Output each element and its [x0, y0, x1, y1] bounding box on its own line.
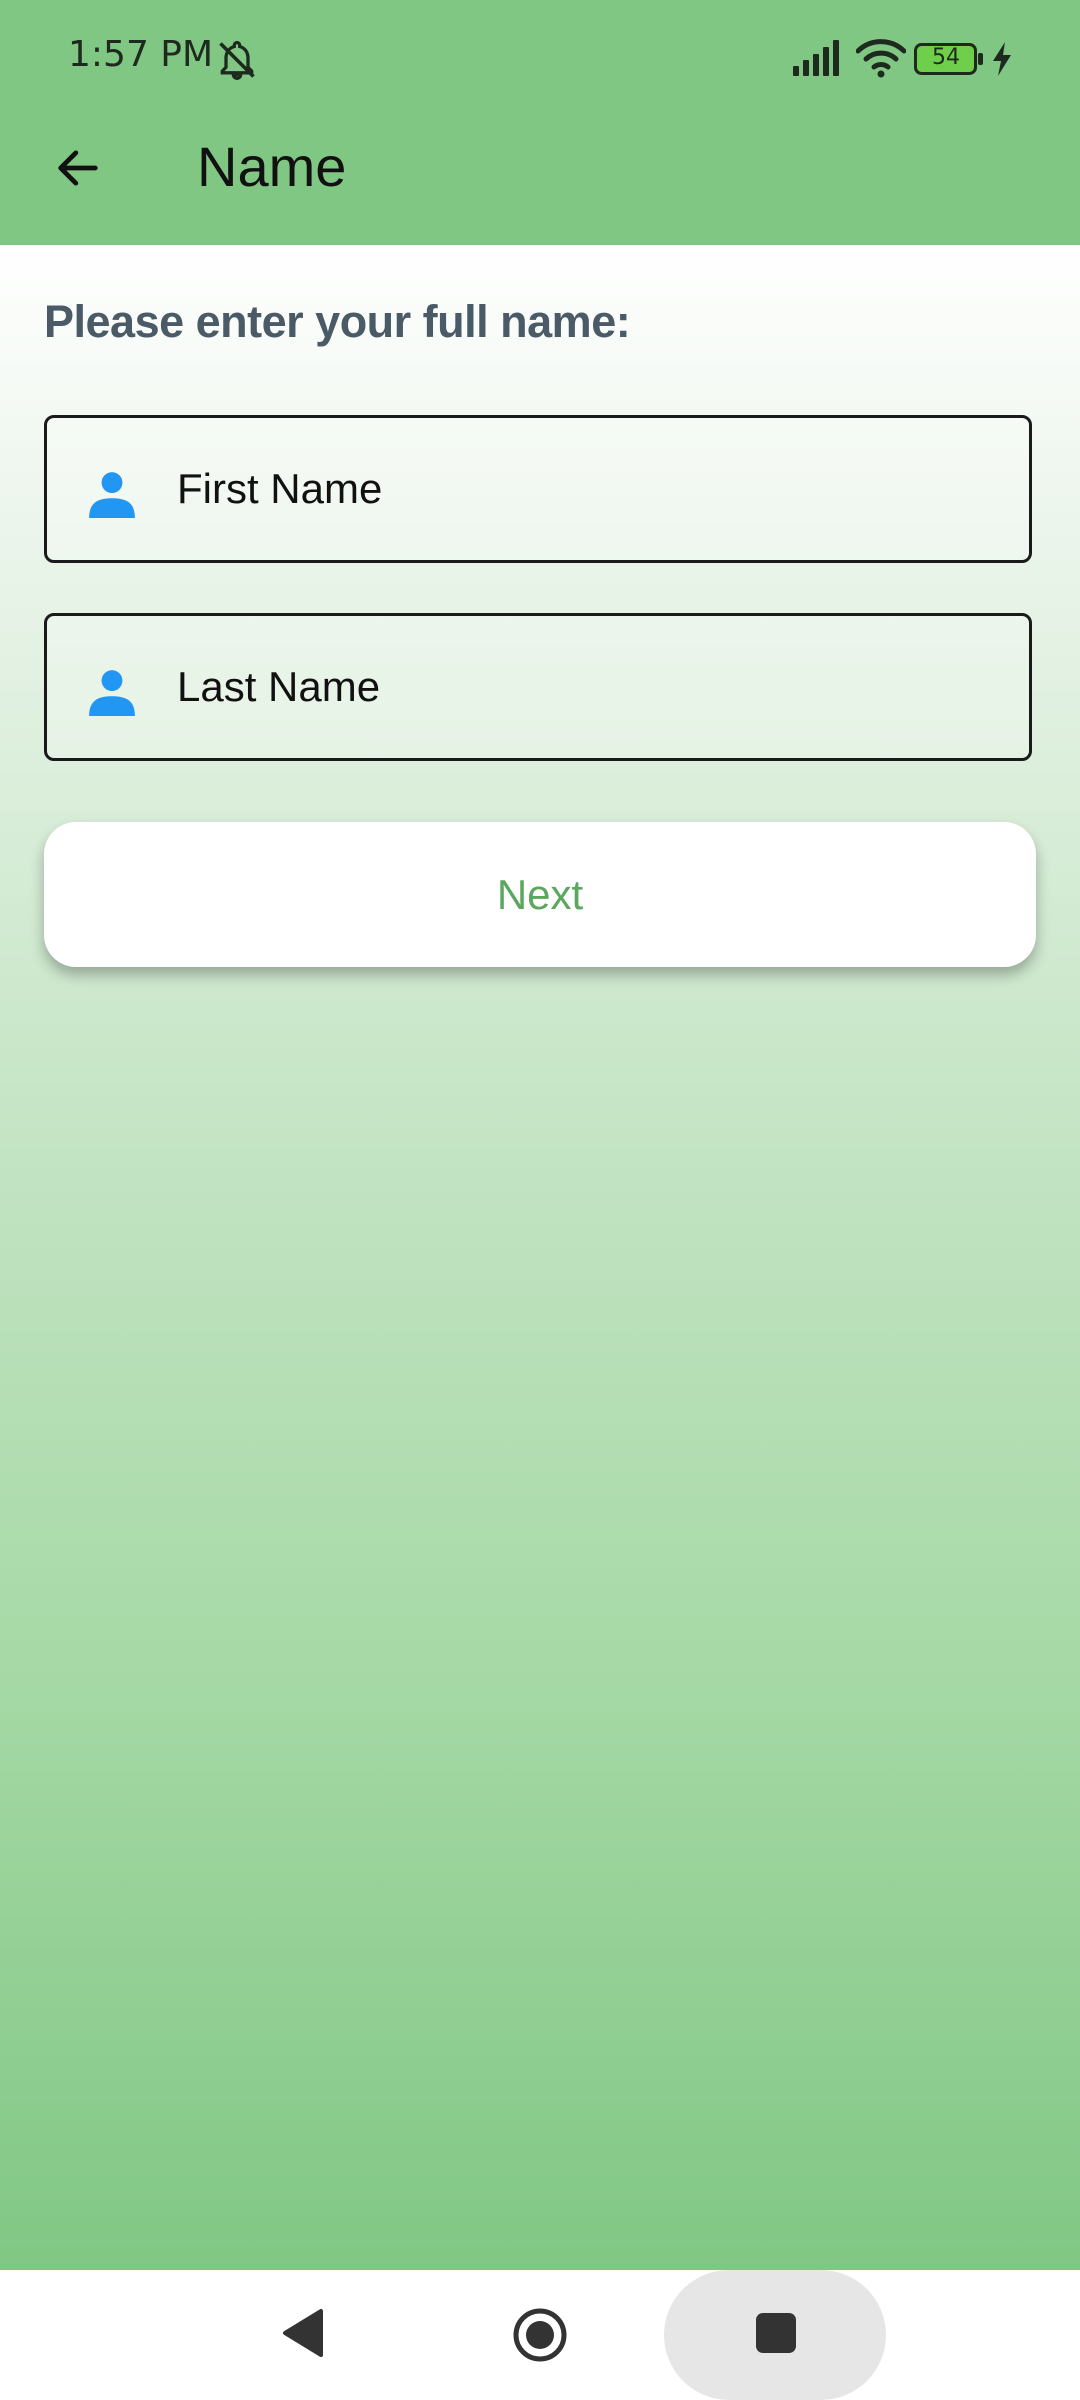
bell-off-icon [219, 41, 255, 80]
first-name-input[interactable] [177, 418, 997, 560]
page-title: Name [197, 135, 347, 198]
charging-bolt-icon [993, 42, 1011, 76]
back-button[interactable] [40, 130, 116, 206]
nav-recents-icon[interactable] [756, 2313, 796, 2353]
battery-level: 54 [932, 45, 960, 70]
first-name-field[interactable] [44, 415, 1032, 563]
nav-home-icon[interactable] [510, 2305, 570, 2365]
last-name-field[interactable] [44, 613, 1032, 761]
app-bar [0, 120, 1080, 245]
person-icon [89, 472, 135, 518]
form-prompt: Please enter your full name: [44, 296, 631, 347]
wifi-icon [856, 39, 906, 78]
status-time: 1:57 PM [68, 34, 214, 75]
last-name-input[interactable] [177, 616, 997, 758]
signal-icon [793, 40, 839, 76]
person-icon [89, 670, 135, 716]
arrow-left-icon [58, 150, 98, 186]
next-button[interactable]: Next [44, 822, 1036, 967]
nav-back-icon[interactable] [275, 2305, 331, 2361]
